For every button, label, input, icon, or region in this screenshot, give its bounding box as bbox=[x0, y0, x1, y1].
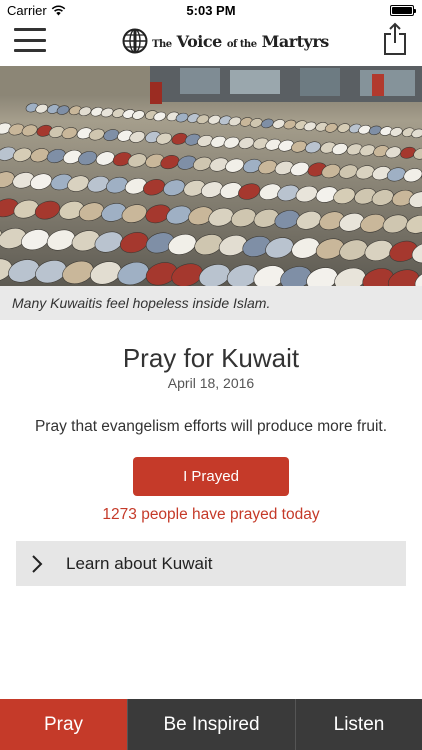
battery-icon bbox=[390, 5, 416, 16]
status-bar: Carrier 5:03 PM bbox=[0, 0, 422, 22]
learn-about-label: Learn about Kuwait bbox=[66, 553, 213, 573]
tab-pray[interactable]: Pray bbox=[0, 699, 128, 750]
prayed-count: 1273 people have prayed today bbox=[102, 506, 320, 523]
logo-wordmark: The Voice of the Martyrs bbox=[152, 31, 329, 51]
globe-icon bbox=[122, 28, 148, 54]
learn-about-row[interactable]: Learn about Kuwait bbox=[16, 541, 406, 586]
hero-photo bbox=[0, 66, 422, 286]
tab-bar: Pray Be Inspired Listen bbox=[0, 699, 422, 750]
hero-caption: Many Kuwaitis feel hopeless inside Islam… bbox=[0, 286, 422, 320]
chevron-right-icon bbox=[32, 554, 43, 573]
hamburger-icon[interactable] bbox=[14, 26, 46, 54]
i-prayed-button[interactable]: I Prayed bbox=[133, 457, 289, 496]
nav-bar: The Voice of the Martyrs bbox=[0, 22, 422, 66]
page-title: Pray for Kuwait bbox=[122, 343, 300, 373]
tab-listen[interactable]: Listen bbox=[296, 699, 422, 750]
tab-be-inspired[interactable]: Be Inspired bbox=[128, 699, 296, 750]
share-icon[interactable] bbox=[382, 22, 408, 56]
prayer-date: April 18, 2016 bbox=[167, 375, 255, 391]
vom-logo: The Voice of the Martyrs bbox=[122, 26, 329, 56]
prayer-text: Pray that evangelism efforts will produc… bbox=[34, 418, 388, 435]
status-time: 5:03 PM bbox=[186, 3, 236, 18]
